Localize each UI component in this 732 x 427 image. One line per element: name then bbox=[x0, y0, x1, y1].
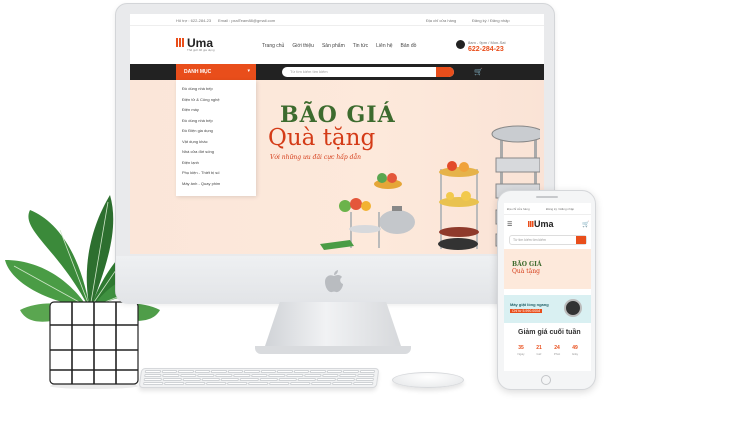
menu-icon[interactable]: ☰ bbox=[507, 221, 512, 228]
category-item[interactable]: Điện lạnh bbox=[182, 158, 256, 169]
promo-title: Máy giặt lồng ngang bbox=[510, 302, 549, 307]
mobile-auth-link[interactable]: Đăng ký / Đăng nhập bbox=[546, 207, 574, 211]
mouse bbox=[392, 372, 464, 388]
mobile-search-button[interactable] bbox=[576, 236, 586, 244]
mobile-topbar: Địa chỉ cửa hàng Đăng ký / Đăng nhập bbox=[504, 203, 591, 215]
countdown-days: 35 bbox=[518, 345, 524, 351]
nav-item-contact[interactable]: Liên hệ bbox=[376, 43, 392, 49]
countdown-seconds-label: Giây bbox=[571, 352, 579, 356]
mobile-website-screen: Địa chỉ cửa hàng Đăng ký / Đăng nhập ☰ U… bbox=[504, 203, 591, 371]
phone-home-button bbox=[541, 375, 551, 385]
phone-speaker bbox=[536, 196, 558, 198]
category-dropdown: Đồ dùng nhà bếp Điện tử & Công nghệ Điện… bbox=[176, 80, 256, 196]
fruit-rack-image bbox=[439, 161, 479, 249]
search-placeholder: Từ tìm kiếm tìm kiếm bbox=[290, 69, 328, 74]
category-item[interactable]: Đồ dùng nhà bếp bbox=[182, 84, 256, 95]
promo-price: Chỉ từ 5.990.000đ bbox=[510, 309, 543, 313]
hotline-number[interactable]: 622-284-23 bbox=[468, 46, 504, 53]
countdown-seconds: 49 bbox=[572, 345, 578, 351]
smartphone: Địa chỉ cửa hàng Đăng ký / Đăng nhập ☰ U… bbox=[497, 190, 596, 390]
countdown-minutes: 24 bbox=[554, 345, 560, 351]
category-item[interactable]: Đồ Điện gia dụng bbox=[182, 126, 256, 137]
category-search-bar: DANH MỤC ▾ Từ tìm kiếm tìm kiếm 🛒 bbox=[130, 64, 544, 80]
topbar-hotline: Hỏ trợ : 622-284-23 bbox=[176, 18, 212, 23]
category-item[interactable]: Điện tử & Công nghệ bbox=[182, 95, 256, 106]
chevron-down-icon: ▾ bbox=[247, 68, 250, 74]
nav-item-news[interactable]: Tin tức bbox=[353, 43, 368, 49]
mobile-banner-line2: Quà tặng bbox=[512, 268, 540, 275]
nav-item-map[interactable]: Bản đồ bbox=[401, 43, 417, 49]
countdown-minutes-label: Phút bbox=[553, 352, 561, 356]
search-button[interactable] bbox=[436, 67, 454, 77]
topbar-auth-link[interactable]: Đăng ký / Đăng nhập bbox=[472, 18, 510, 23]
washing-machine-image bbox=[564, 299, 582, 317]
category-menu-button[interactable]: DANH MỤC ▾ bbox=[176, 64, 256, 80]
main-nav: Trang chủ Giới thiệu Sản phẩm Tin tức Li… bbox=[262, 43, 416, 49]
site-topbar: Hỏ trợ : 622-284-23 Email : pxalTeam88@g… bbox=[130, 14, 544, 26]
phone-icon bbox=[456, 40, 465, 49]
mobile-cart-icon[interactable]: 🛒 bbox=[582, 221, 589, 228]
category-item[interactable]: Nhà cửa đời sống bbox=[182, 147, 256, 158]
monitor-stand-base bbox=[255, 346, 411, 354]
hotline-hours: 8am - 9pm / Mon-Sat bbox=[468, 40, 506, 45]
category-item[interactable]: Đồ dùng nhà bếp bbox=[182, 116, 256, 127]
category-item[interactable]: Vật dụng khác bbox=[182, 137, 256, 148]
mobile-search-placeholder: Từ tìm kiếm tìm kiếm bbox=[513, 238, 546, 242]
monitor-stand bbox=[263, 302, 403, 352]
category-button-label: DANH MỤC bbox=[184, 69, 212, 75]
topbar-email[interactable]: Email : pxalTeam88@gmail.com bbox=[218, 18, 275, 23]
topbar-store-link[interactable]: Địa chỉ cửa hàng bbox=[426, 18, 456, 23]
desktop-website-screen: Hỏ trợ : 622-284-23 Email : pxalTeam88@g… bbox=[130, 14, 544, 254]
cart-icon[interactable]: 🛒 bbox=[474, 68, 483, 76]
plant-pot bbox=[49, 301, 139, 389]
logo-mark-icon bbox=[176, 38, 185, 47]
weekend-deal-title: Giảm giá cuối tuần bbox=[518, 329, 581, 336]
countdown-hours: 21 bbox=[536, 345, 542, 351]
apple-logo-icon bbox=[325, 270, 343, 293]
logo-tagline: Thế giới đồ gia dụng bbox=[187, 48, 215, 52]
countdown-hours-label: Giờ bbox=[536, 352, 542, 356]
search-input[interactable]: Từ tìm kiếm tìm kiếm bbox=[282, 67, 454, 77]
mobile-search-input[interactable]: Từ tìm kiếm tìm kiếm bbox=[509, 235, 587, 245]
countdown-days-label: Ngày bbox=[517, 352, 525, 356]
nav-item-about[interactable]: Giới thiệu bbox=[292, 43, 314, 49]
site-header: Uma Thế giới đồ gia dụng Trang chủ Giới … bbox=[130, 26, 544, 64]
category-item[interactable]: Phụ kiện - Thiết bị số bbox=[182, 168, 256, 179]
mobile-banner-line1: BÃO GIÁ bbox=[512, 261, 542, 268]
desktop-monitor: Hỏ trợ : 622-284-23 Email : pxalTeam88@g… bbox=[115, 3, 556, 304]
category-item[interactable]: Điện máy bbox=[182, 105, 256, 116]
mobile-store-link[interactable]: Địa chỉ cửa hàng bbox=[507, 207, 530, 211]
nav-item-products[interactable]: Sản phẩm bbox=[322, 43, 345, 49]
keyboard bbox=[138, 368, 380, 388]
mobile-logo[interactable]: Uma bbox=[534, 219, 554, 229]
category-item[interactable]: Máy ảnh - Quay phim bbox=[182, 179, 256, 190]
nav-item-home[interactable]: Trang chủ bbox=[262, 43, 284, 49]
